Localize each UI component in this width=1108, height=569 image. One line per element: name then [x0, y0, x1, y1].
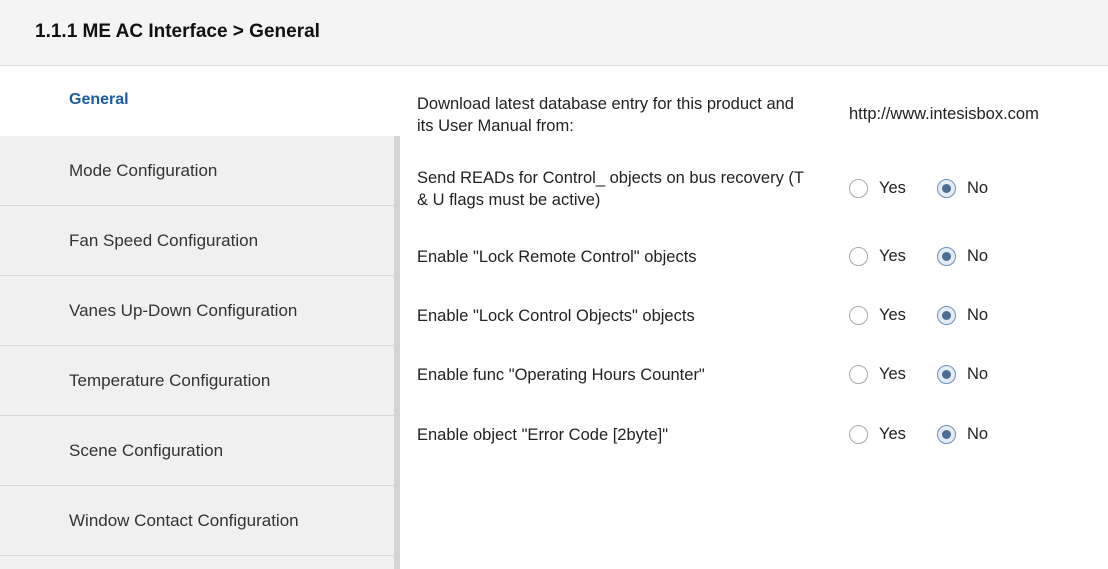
- sidebar-item-temperature-configuration[interactable]: Temperature Configuration: [0, 347, 394, 416]
- radio-unchecked-icon: [849, 365, 868, 384]
- param-label: Send READs for Control_ objects on bus r…: [417, 169, 804, 209]
- param-label: Enable object "Error Code [2byte]": [417, 426, 669, 444]
- sidebar-item-window-contact-configuration[interactable]: Window Contact Configuration: [0, 487, 394, 556]
- radio-label-no: No: [967, 179, 989, 197]
- sidebar-item-fan-speed-configuration[interactable]: Fan Speed Configuration: [0, 207, 394, 276]
- sidebar-item-scene-configuration[interactable]: Scene Configuration: [0, 417, 394, 486]
- radio-checked-icon: [937, 306, 956, 325]
- sidebar-scrollbar[interactable]: [394, 67, 400, 569]
- radio-label-no: No: [967, 425, 989, 443]
- param-label: Enable "Lock Remote Control" objects: [417, 248, 697, 266]
- radio-unchecked-icon: [849, 247, 868, 266]
- radio-checked-icon: [937, 247, 956, 266]
- radio-label-yes: Yes: [879, 365, 906, 383]
- download-url: http://www.intesisbox.com: [849, 105, 1039, 123]
- sidebar-item-label: Fan Speed Configuration: [69, 231, 259, 250]
- sidebar-item-label: Vanes Up-Down Configuration: [69, 301, 298, 320]
- radio-label-yes: Yes: [879, 179, 906, 197]
- sidebar-item-label: Temperature Configuration: [69, 371, 271, 390]
- header-bar: 1.1.1 ME AC Interface > General: [0, 0, 1108, 66]
- radio-label-yes: Yes: [879, 306, 906, 324]
- radio-label-no: No: [967, 365, 989, 383]
- radio-checked-icon: [937, 425, 956, 444]
- radio-checked-icon: [937, 179, 956, 198]
- sidebar-item-general[interactable]: General: [0, 67, 400, 136]
- sidebar-item-mode-configuration[interactable]: Mode Configuration: [0, 137, 394, 206]
- radio-unchecked-icon: [849, 306, 868, 325]
- radio-unchecked-icon: [849, 425, 868, 444]
- radio-label-yes: Yes: [879, 247, 906, 265]
- radio-label-no: No: [967, 306, 989, 324]
- sidebar-item-label: General: [69, 91, 129, 108]
- radio-checked-icon: [937, 365, 956, 384]
- radio-label-no: No: [967, 247, 989, 265]
- radio-unchecked-icon: [849, 179, 868, 198]
- sidebar-item-vanes-up-down-configuration[interactable]: Vanes Up-Down Configuration: [0, 277, 394, 346]
- sidebar-item-label: Mode Configuration: [69, 161, 218, 180]
- page-title: 1.1.1 ME AC Interface > General: [35, 21, 320, 42]
- sidebar-item-label: Scene Configuration: [69, 441, 224, 460]
- param-label: Enable "Lock Control Objects" objects: [417, 307, 695, 325]
- sidebar-item-label: Window Contact Configuration: [69, 511, 299, 530]
- radio-label-yes: Yes: [879, 425, 906, 443]
- param-label: Enable func "Operating Hours Counter": [417, 366, 705, 384]
- param-label: Download latest database entry for this …: [417, 95, 794, 135]
